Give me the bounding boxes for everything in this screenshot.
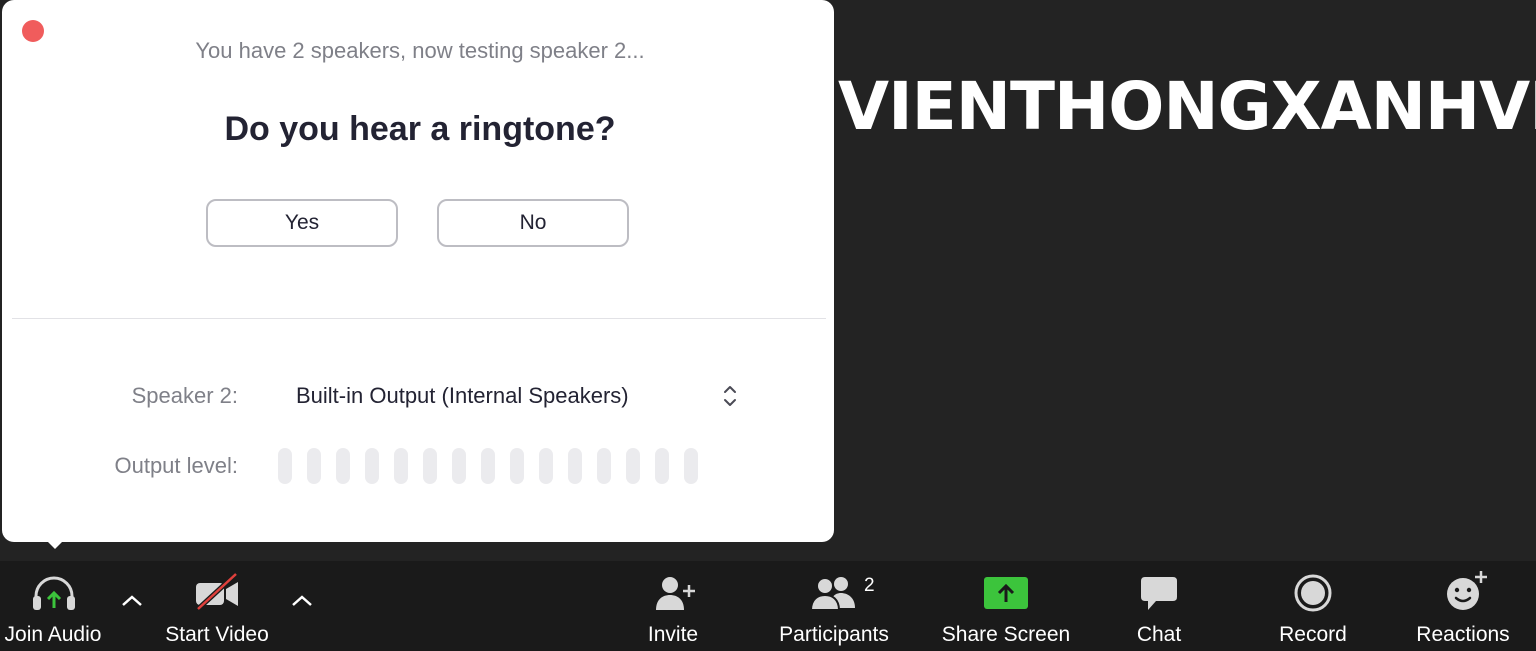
participants-count-badge: 2 [864,575,875,596]
record-icon [1294,574,1332,612]
output-level-segment [307,448,321,484]
reactions-button[interactable]: Reactions [1410,561,1516,651]
headphones-arrow-icon [33,576,75,610]
output-level-segment [597,448,611,484]
speaker-select[interactable]: Built-in Output (Internal Speakers) [296,376,756,416]
chat-label: Chat [1136,623,1182,646]
share-screen-button[interactable]: Share Screen [936,561,1076,651]
video-off-icon [196,572,238,611]
dialog-question: Do you hear a ringtone? [224,110,616,148]
output-level-segment [539,448,553,484]
invite-label: Invite [647,623,699,646]
start-video-button[interactable]: Start Video [160,561,274,651]
up-down-chevron-icon [724,386,736,406]
output-level-segment [510,448,524,484]
chat-icon [1141,577,1177,610]
watermark-text: VIENTHONGXANHVN [838,68,1536,145]
output-level-segment [481,448,495,484]
add-user-icon [656,577,695,610]
share-screen-icon [984,577,1028,609]
start-video-label: Start Video [165,623,269,646]
record-label: Record [1279,623,1347,646]
output-level-meter [278,448,698,484]
output-level-segment [365,448,379,484]
share-screen-label: Share Screen [941,623,1071,646]
no-button[interactable]: No [437,199,629,247]
reactions-label: Reactions [1416,623,1510,646]
output-level-segment [423,448,437,484]
record-button[interactable]: Record [1268,561,1358,651]
output-level-segment [626,448,640,484]
chat-button[interactable]: Chat [1124,561,1194,651]
output-level-segment [452,448,466,484]
participants-button[interactable]: 2 Participants [770,561,898,651]
output-level-segment [655,448,669,484]
speaker-test-dialog: You have 2 speakers, now testing speaker… [2,0,834,542]
dialog-status-text: You have 2 speakers, now testing speaker… [195,38,645,63]
dialog-pointer [46,540,64,549]
output-level-label: Output level: [114,453,238,478]
chevron-up-icon[interactable] [289,591,315,611]
output-level-segment [684,448,698,484]
yes-button[interactable]: Yes [206,199,398,247]
output-level-segment [568,448,582,484]
join-audio-button[interactable]: Join Audio [0,561,106,651]
meeting-toolbar: Join Audio Start Video Invite 2 Particip… [0,561,1536,651]
participants-icon [810,577,855,611]
chevron-up-icon[interactable] [119,591,145,611]
speaker-label: Speaker 2: [131,383,238,408]
join-audio-label: Join Audio [4,623,102,646]
invite-button[interactable]: Invite [630,561,716,651]
reactions-icon [1447,571,1487,610]
output-level-segment [278,448,292,484]
output-level-segment [394,448,408,484]
output-level-segment [336,448,350,484]
dialog-divider [12,318,826,319]
participants-label: Participants [779,623,889,646]
speaker-select-value: Built-in Output (Internal Speakers) [296,383,629,408]
